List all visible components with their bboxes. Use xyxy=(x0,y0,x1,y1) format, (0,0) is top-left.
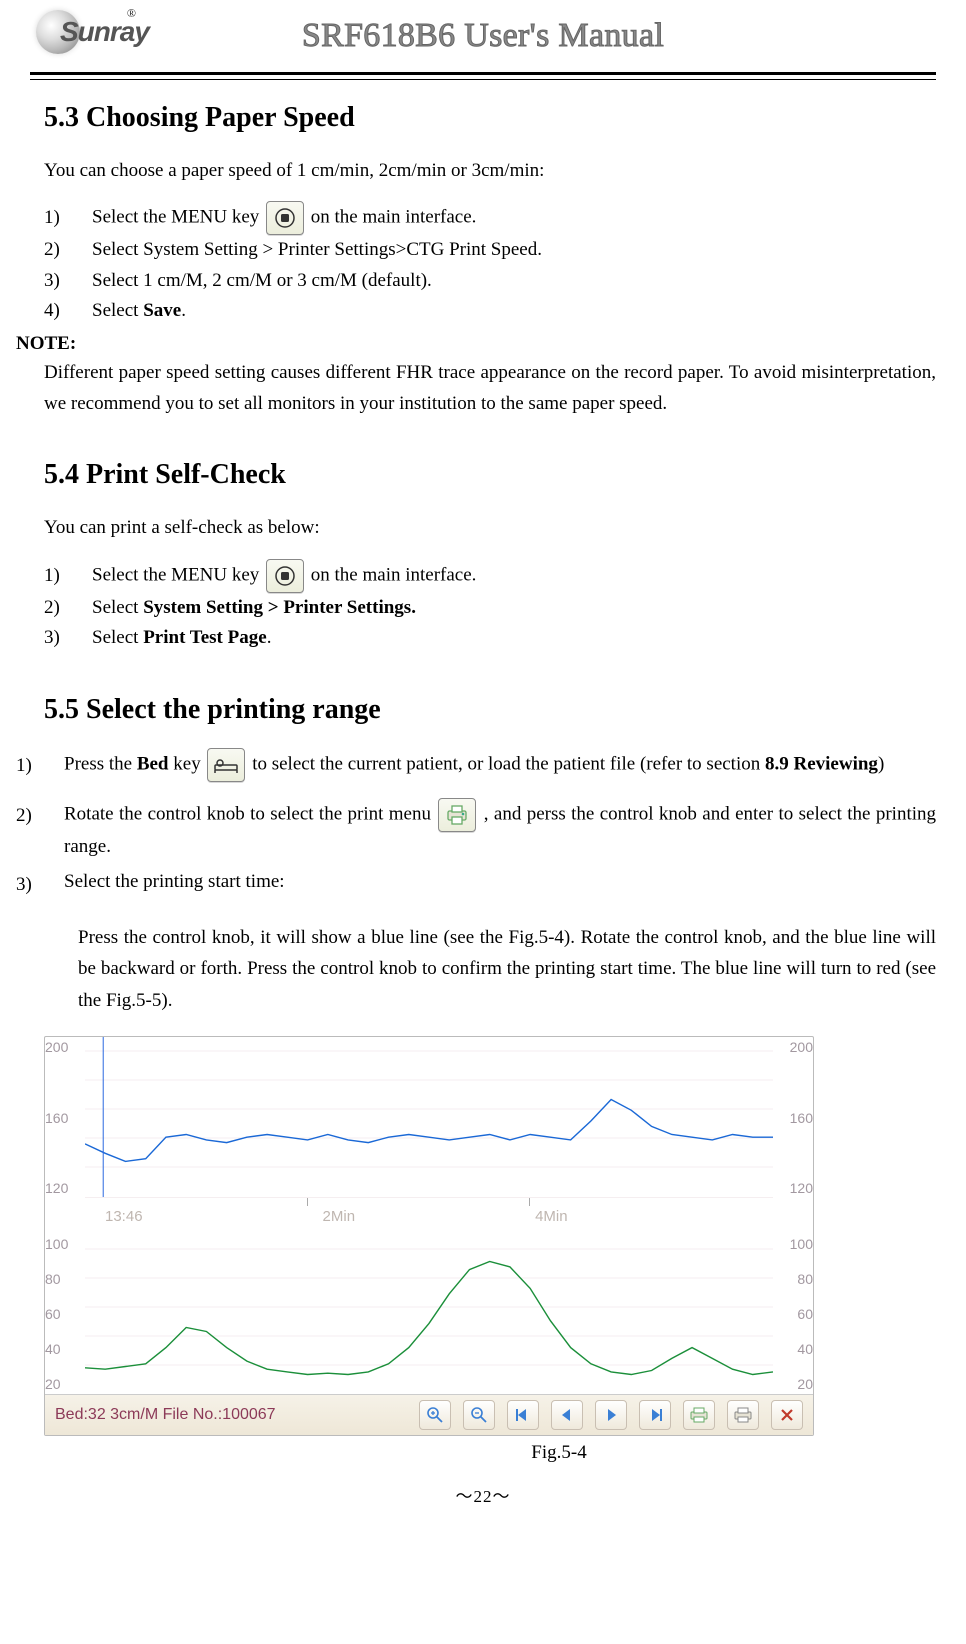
zoom-out-icon[interactable] xyxy=(463,1400,495,1430)
step-5-5-1: 1) Press the Bed key to select the curre… xyxy=(16,748,936,784)
toco-y-axis-left: 100 80 60 40 20 xyxy=(45,1234,85,1394)
header-rule-thick xyxy=(30,72,936,75)
page-header: Sunray ® SRF618B6 User's Manual xyxy=(30,0,936,70)
step-5-4-3: 3) Select Print Test Page. xyxy=(44,623,936,653)
menu-key-icon xyxy=(266,201,304,235)
brand-mark: Sunray ® xyxy=(30,6,122,66)
step-5-5-3-cont: Press the control knob, it will show a b… xyxy=(78,922,936,1016)
minute-label-4: 4Min xyxy=(535,1208,568,1225)
step-5-5-3: 3) Select the printing start time: xyxy=(16,867,936,903)
step-5-3-2: 2) Select System Setting > Printer Setti… xyxy=(44,235,936,265)
right-end-icon[interactable] xyxy=(639,1400,671,1430)
time-label: 13:46 xyxy=(105,1208,143,1225)
minute-label-2: 2Min xyxy=(323,1208,356,1225)
heading-5-4: 5.4 Print Self-Check xyxy=(44,459,936,491)
toco-chart-area xyxy=(85,1234,773,1394)
step-5-3-1: 1) Select the MENU key on the main inter… xyxy=(44,201,936,235)
note-label: NOTE: xyxy=(16,333,936,355)
fhr-y-axis-left: 200 160 120 xyxy=(45,1037,85,1198)
registered-mark: ® xyxy=(127,6,136,21)
page-number: ～22～ xyxy=(30,1482,936,1507)
brand-logo: Sunray ® xyxy=(30,6,122,66)
heading-5-3: 5.3 Choosing Paper Speed xyxy=(44,102,936,134)
figure-caption: Fig.5-4 xyxy=(44,1442,814,1464)
figure-5-4: 200 160 120 200 xyxy=(44,1036,814,1436)
step-5-4-2: 2) Select System Setting > Printer Setti… xyxy=(44,593,936,623)
section-5-4: 5.4 Print Self-Check You can print a sel… xyxy=(44,459,936,653)
step-5-3-4: 4) Select Save. xyxy=(44,296,936,326)
right-icon[interactable] xyxy=(595,1400,627,1430)
minute-row: 13:46 2Min 4Min xyxy=(45,1198,813,1234)
doc-title-block: SRF618B6 User's Manual xyxy=(122,17,844,55)
section-5-3: 5.3 Choosing Paper Speed You can choose … xyxy=(44,102,936,327)
left-icon[interactable] xyxy=(551,1400,583,1430)
status-text: Bed:32 3cm/M File No.:100067 xyxy=(55,1406,276,1424)
bed-key-icon xyxy=(207,748,245,782)
print-range-icon[interactable] xyxy=(683,1400,715,1430)
close-icon[interactable] xyxy=(771,1400,803,1430)
zoom-in-icon[interactable] xyxy=(419,1400,451,1430)
page: Sunray ® SRF618B6 User's Manual 5.3 Choo… xyxy=(0,0,966,1644)
header-rule-thin xyxy=(30,79,936,80)
fhr-panel: 200 160 120 200 xyxy=(45,1037,813,1198)
left-end-icon[interactable] xyxy=(507,1400,539,1430)
heading-5-5: 5.5 Select the printing range xyxy=(44,694,936,726)
toco-y-axis-right: 100 80 60 40 20 xyxy=(773,1234,813,1394)
step-5-3-3: 3) Select 1 cm/M, 2 cm/M or 3 cm/M (defa… xyxy=(44,266,936,296)
steps-5-4: 1) Select the MENU key on the main inter… xyxy=(44,559,936,654)
intro-5-3: You can choose a paper speed of 1 cm/min… xyxy=(44,156,936,185)
minute-area: 13:46 2Min 4Min xyxy=(85,1198,773,1234)
section-5-5: 5.5 Select the printing range xyxy=(44,694,936,726)
print-menu-icon xyxy=(438,798,476,832)
step-5-5-2: 2) Rotate the control knob to select the… xyxy=(16,798,936,861)
menu-key-icon xyxy=(266,559,304,593)
fhr-y-axis-right: 200 160 120 xyxy=(773,1037,813,1198)
intro-5-4: You can print a self-check as below: xyxy=(44,513,936,542)
print-icon[interactable] xyxy=(727,1400,759,1430)
note-text: Different paper speed setting causes dif… xyxy=(44,357,936,420)
toco-panel: 100 80 60 40 20 xyxy=(45,1234,813,1394)
doc-title: SRF618B6 User's Manual xyxy=(302,17,664,55)
step-5-4-1: 1) Select the MENU key on the main inter… xyxy=(44,559,936,593)
figure-status-bar: Bed:32 3cm/M File No.:100067 xyxy=(45,1394,813,1435)
fhr-chart-area xyxy=(85,1037,773,1198)
steps-5-5: 1) Press the Bed key to select the curre… xyxy=(16,748,936,904)
steps-5-3: 1) Select the MENU key on the main inter… xyxy=(44,201,936,326)
